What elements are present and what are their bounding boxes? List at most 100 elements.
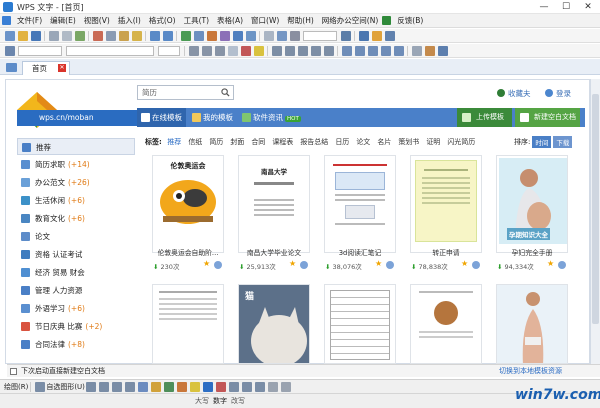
template-card[interactable]: 孕期知识大全	[496, 155, 568, 253]
site-url[interactable]: wps.cn/moban	[17, 110, 140, 126]
sidebar-item[interactable]: 经济 贸易 财会	[17, 264, 135, 281]
sidebar-item[interactable]: 外语学习 (+6)	[17, 300, 135, 317]
copy-icon[interactable]	[105, 30, 116, 41]
search-icon[interactable]	[221, 88, 230, 97]
tag-filter[interactable]: 策划书	[398, 137, 419, 147]
sidebar-item[interactable]: 生活休闲 (+6)	[17, 192, 135, 209]
card-title[interactable]: 南昌大学毕业论文	[235, 247, 313, 257]
template-search-input[interactable]: 简历	[137, 85, 234, 100]
show-marks-icon[interactable]	[263, 30, 274, 41]
drawing-icon[interactable]	[245, 30, 256, 41]
borders-icon[interactable]	[411, 45, 422, 56]
sidebar-item[interactable]: 管理 人力资源	[17, 282, 135, 299]
menu-file[interactable]: 文件(F)	[13, 15, 46, 26]
favorite-link[interactable]: 收藏夫	[508, 88, 531, 99]
reading-mode-icon[interactable]	[384, 30, 395, 41]
increase-indent-icon[interactable]	[393, 45, 404, 56]
arrow-icon[interactable]	[99, 381, 110, 392]
sidebar-item[interactable]: 教育文化 (+6)	[17, 210, 135, 227]
tag-filter[interactable]: 闪光简历	[447, 137, 475, 147]
align-left-icon[interactable]	[271, 45, 282, 56]
tag-filter[interactable]: 证明	[426, 137, 440, 147]
rectangle-icon[interactable]	[112, 381, 123, 392]
line-spacing-icon[interactable]	[341, 45, 352, 56]
numbering-icon[interactable]	[354, 45, 365, 56]
fill-color-icon[interactable]	[190, 381, 201, 392]
template-card[interactable]: 猫	[238, 284, 310, 364]
arrow-style-icon[interactable]	[255, 381, 266, 392]
menu-window[interactable]: 窗口(W)	[247, 15, 283, 26]
template-card[interactable]	[410, 155, 482, 253]
styles-icon[interactable]	[4, 45, 15, 56]
share-icon[interactable]	[300, 261, 308, 269]
textbox-icon[interactable]	[138, 381, 149, 392]
login-link[interactable]: 登录	[556, 88, 571, 99]
template-thumbnail[interactable]: 孕期知识大全	[499, 158, 567, 244]
columns-icon[interactable]	[232, 30, 243, 41]
scrollbar-thumb[interactable]	[592, 94, 599, 324]
paste-icon[interactable]	[118, 30, 129, 41]
login-icon[interactable]	[545, 89, 553, 97]
italic-icon[interactable]	[201, 45, 212, 56]
line-color-icon[interactable]	[203, 381, 214, 392]
clipart-icon[interactable]	[164, 381, 175, 392]
insert-picture-icon[interactable]	[177, 381, 188, 392]
tab-close-icon[interactable]: ✕	[58, 64, 66, 72]
tag-filter[interactable]: 日历	[335, 137, 349, 147]
sidebar-item[interactable]: 节日庆典 比赛 (+2)	[17, 318, 135, 335]
card-title[interactable]: 3d阅读汇笔记	[321, 247, 399, 257]
star-icon[interactable]: ★	[203, 259, 210, 268]
template-thumbnail[interactable]	[329, 160, 391, 242]
minimize-button[interactable]: —	[533, 0, 555, 14]
text-direction-icon[interactable]	[437, 45, 448, 56]
undo-icon[interactable]	[149, 30, 160, 41]
vertical-scrollbar[interactable]	[590, 79, 600, 364]
chart-icon[interactable]	[219, 30, 230, 41]
template-card[interactable]	[324, 284, 396, 364]
new-icon[interactable]	[4, 30, 15, 41]
line-style-icon[interactable]	[229, 381, 240, 392]
wps-app-icon[interactable]	[3, 2, 13, 12]
align-center-icon[interactable]	[284, 45, 295, 56]
font-select[interactable]	[66, 45, 154, 56]
menu-insert[interactable]: 插入(I)	[114, 15, 145, 26]
cut-icon[interactable]	[92, 30, 103, 41]
tag-filter[interactable]: 信纸	[188, 137, 202, 147]
template-card[interactable]: 伦敦奥运会	[152, 155, 224, 253]
draw-menu[interactable]: 绘图(R)	[4, 382, 28, 392]
open-icon[interactable]	[17, 30, 28, 41]
menu-feedback[interactable]: 反馈(B)	[393, 15, 427, 26]
shadow-icon[interactable]	[268, 381, 279, 392]
style-select[interactable]	[18, 45, 62, 56]
autoshape-menu[interactable]: 自选图形(U)	[46, 382, 85, 392]
tag-filter[interactable]: 报告总结	[300, 137, 328, 147]
card-title[interactable]: 转正申请	[407, 247, 485, 257]
template-card[interactable]	[324, 155, 396, 253]
sidebar-item[interactable]: 合同法律 (+8)	[17, 336, 135, 353]
template-card[interactable]	[496, 284, 568, 364]
line-icon[interactable]	[86, 381, 97, 392]
strikethrough-icon[interactable]	[227, 45, 238, 56]
distribute-icon[interactable]	[323, 45, 334, 56]
save-icon[interactable]	[30, 30, 41, 41]
sidebar-item[interactable]: 论文	[17, 228, 135, 245]
format-painter-icon[interactable]	[131, 30, 142, 41]
font-color-icon[interactable]	[240, 45, 251, 56]
underline-icon[interactable]	[214, 45, 225, 56]
bullets-icon[interactable]	[367, 45, 378, 56]
share-icon[interactable]	[214, 261, 222, 269]
switch-local-templates-link[interactable]: 切换到本地模板资源	[499, 365, 562, 377]
hyperlink-icon[interactable]	[180, 30, 191, 41]
draw-font-color-icon[interactable]	[216, 381, 227, 392]
sort-by-downloads-button[interactable]: 下载	[553, 136, 573, 148]
sort-by-time-button[interactable]: 时间	[532, 136, 552, 148]
template-thumbnail[interactable]: 伦敦奥运会	[155, 158, 221, 242]
template-thumbnail[interactable]	[415, 160, 477, 242]
document-map-icon[interactable]	[276, 30, 287, 41]
maximize-button[interactable]: ☐	[555, 0, 577, 14]
card-title[interactable]: 伦敦奥运会自助阶...	[149, 247, 227, 257]
zoom-select[interactable]	[303, 30, 337, 41]
help-icon[interactable]	[340, 30, 351, 41]
share-icon[interactable]	[558, 261, 566, 269]
template-thumbnail[interactable]: 南昌大学	[243, 160, 305, 242]
